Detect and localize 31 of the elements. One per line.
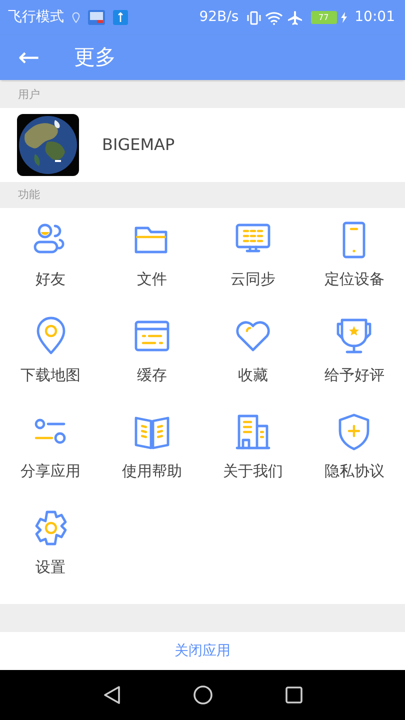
feature-item[interactable]: 好友: [0, 220, 102, 316]
feature-item[interactable]: 定位设备: [304, 220, 405, 316]
back-nav-icon[interactable]: [102, 685, 120, 705]
app-icon: [113, 10, 128, 25]
page-title: 更多: [74, 44, 116, 71]
time-text: 10:01: [354, 8, 395, 27]
feature-item[interactable]: 收藏: [202, 316, 304, 412]
feature-item[interactable]: 关于我们: [202, 412, 304, 508]
feature-item[interactable]: 下载地图: [0, 316, 102, 412]
section-header: 功能: [18, 186, 40, 203]
wifi-icon: [264, 10, 283, 24]
feature-item[interactable]: 隐私协议: [304, 412, 405, 508]
feature-item[interactable]: 分享应用: [0, 412, 102, 508]
home-nav-icon[interactable]: [192, 685, 212, 705]
recents-nav-icon[interactable]: [284, 686, 302, 704]
feature-item[interactable]: 使用帮助: [101, 412, 202, 508]
network-speed-text: 92B/s: [199, 8, 239, 27]
feature-item[interactable]: 文件: [101, 220, 202, 316]
carrier-text: 飞行模式: [8, 8, 64, 27]
feature-item[interactable]: 设置: [0, 508, 102, 604]
feature-item[interactable]: 云同步: [202, 220, 304, 316]
feature-item[interactable]: 给予好评: [304, 316, 405, 412]
user-name: BIGEMAP: [102, 134, 175, 156]
vibrate-icon: [246, 10, 261, 24]
location-icon: [72, 12, 80, 23]
battery-level-text: 77: [310, 11, 337, 24]
feature-item[interactable]: 缓存: [101, 316, 202, 412]
section-header: 用户: [18, 86, 40, 103]
charging-icon: [340, 12, 347, 23]
app-icon: [88, 10, 105, 25]
airplane-icon: [286, 10, 303, 26]
